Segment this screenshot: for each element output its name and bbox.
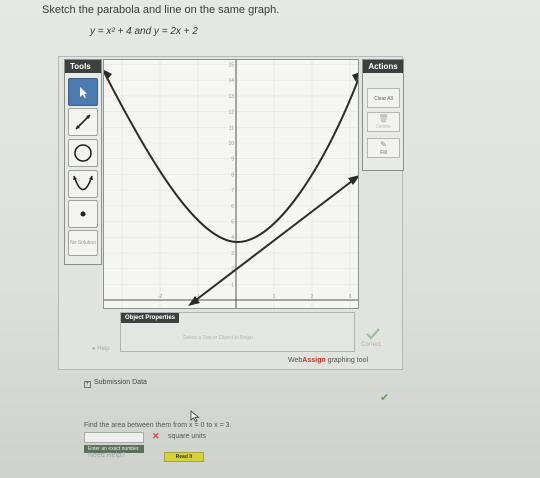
submission-label: Submission Data	[94, 379, 147, 386]
correct-label: Correct	[361, 342, 381, 348]
help-label: Help	[97, 346, 110, 352]
actions-title: Actions	[363, 60, 403, 73]
y-tick-label: 4	[231, 235, 234, 241]
point-icon	[80, 211, 86, 217]
y-tick-labels: 151413121110987654321	[228, 63, 234, 289]
object-properties-hint: Select a Tool or Object to Begin	[183, 335, 253, 341]
x-tick-label: 2	[311, 294, 314, 300]
y-tick-label: 3	[231, 251, 234, 257]
tools-panel: Tools No Solution	[64, 59, 102, 265]
brand-assign: Assign	[302, 357, 326, 364]
pointer-icon	[80, 87, 87, 98]
help-link[interactable]: ● Help	[92, 346, 110, 352]
page: Sketch the parabola and line on the same…	[0, 0, 540, 478]
equation-text: y = x² + 4 and y = 2x + 2	[90, 26, 198, 37]
circle-tool-button[interactable]	[68, 139, 98, 167]
clear-all-button[interactable]: Clear All	[367, 88, 400, 108]
y-tick-label: 6	[231, 204, 234, 210]
delete-label: Delete	[376, 124, 391, 130]
actions-panel: Actions Clear All 🗑 Delete ✎ Fill	[362, 59, 404, 171]
y-tick-label: 14	[228, 78, 234, 84]
no-solution-label: No Solution	[70, 240, 96, 246]
webassign-brand: WebAssign graphing tool	[288, 357, 368, 364]
x-tick-label: -2	[158, 294, 163, 300]
y-tick-label: 12	[228, 110, 234, 116]
check-icon	[366, 328, 380, 340]
incorrect-x-icon: ✕	[152, 431, 160, 441]
object-properties-title: Object Properties	[121, 313, 180, 323]
need-help-label: Need Help?	[88, 452, 125, 459]
help-icon: ●	[92, 346, 96, 352]
y-tick-label: 5	[231, 220, 234, 226]
x-tick-label: 1	[273, 294, 276, 300]
delete-button[interactable]: 🗑 Delete	[367, 112, 400, 132]
object-properties-panel: Object Properties Select a Tool or Objec…	[120, 312, 355, 352]
brand-tool: graphing tool	[325, 357, 369, 364]
y-tick-label: 15	[228, 63, 234, 69]
y-tick-label: 10	[228, 141, 234, 147]
question-prompt: Sketch the parabola and line on the same…	[42, 4, 280, 16]
no-solution-button[interactable]: No Solution	[68, 230, 98, 256]
y-tick-label: 1	[231, 282, 234, 288]
y-tick-label: 13	[228, 94, 234, 100]
y-tick-label: 8	[231, 172, 234, 178]
mouse-cursor-icon	[190, 410, 200, 422]
parabola-icon	[73, 175, 93, 191]
graph-canvas[interactable]: 15 14 13 12 11 10 9 8 7 6 5 4 3 2 1 -2 -1 1 2 3	[103, 59, 359, 309]
brand-web: Web	[288, 357, 303, 364]
parabola-tool-button[interactable]	[68, 170, 98, 198]
graph-svg: 151413121110987654321 -2 -1 1 2 3	[104, 60, 358, 308]
line-icon	[75, 114, 91, 130]
x-tick-labels: -2 -1 1 2 3	[158, 294, 352, 300]
check-icon: ✔	[380, 392, 390, 404]
circle-icon	[74, 144, 92, 162]
area-answer-input[interactable]	[84, 432, 144, 443]
x-tick-label: 3	[349, 294, 352, 300]
units-label: square units	[168, 433, 207, 440]
pointer-tool-button[interactable]	[68, 78, 98, 106]
fill-button[interactable]: ✎ Fill	[367, 138, 400, 158]
submission-data-toggle[interactable]: + Submission Data	[84, 379, 147, 388]
y-tick-label: 9	[231, 157, 234, 163]
correct-indicator: Correct	[360, 322, 390, 352]
y-tick-label: 11	[229, 125, 234, 131]
area-question-prompt: Find the area between them from x = 0 to…	[84, 422, 232, 429]
y-tick-label: 7	[231, 188, 234, 194]
expand-icon: +	[84, 381, 91, 388]
tools-title: Tools	[65, 60, 101, 73]
point-tool-button[interactable]	[68, 200, 98, 228]
read-it-button[interactable]: Read It	[164, 452, 204, 462]
line-tool-button[interactable]	[68, 108, 98, 136]
fill-label: Fill	[380, 150, 387, 156]
